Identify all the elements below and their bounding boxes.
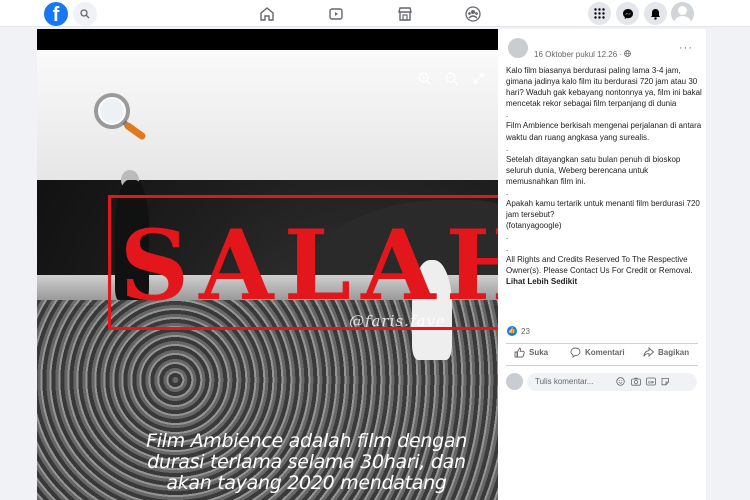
zoom-out-icon	[444, 71, 458, 85]
share-icon	[643, 347, 654, 358]
emoji-button[interactable]	[615, 376, 626, 387]
post-paragraph: Film Ambience berkisah mengenai perjalan…	[506, 121, 702, 142]
salah-stamp: SALAH	[108, 195, 558, 330]
like-reaction-icon: 👍	[507, 326, 517, 336]
comment-tools: GIF	[615, 376, 671, 387]
divider	[506, 365, 698, 366]
post-paragraph: .	[506, 143, 509, 153]
comment-icon	[570, 347, 581, 358]
messenger-button[interactable]	[616, 2, 639, 25]
watch-icon	[329, 8, 343, 20]
menu-button[interactable]	[588, 2, 611, 25]
commenter-avatar	[506, 373, 523, 390]
page-background-strip	[706, 29, 750, 500]
post-panel: 16 Oktober pukul 12.26 · ··· Kalo film b…	[498, 29, 706, 500]
post-actions: Suka Komentari Bagikan	[506, 347, 698, 367]
photo-caption: Film Ambience adalah film dengan durasi …	[146, 430, 467, 494]
comment-input[interactable]: Tulis komentar... GIF	[527, 373, 697, 391]
post-paragraph-text: All Rights and Credits Reserved To The R…	[506, 254, 693, 275]
fullscreen-button[interactable]	[470, 70, 486, 86]
groups-icon	[465, 6, 481, 22]
gif-button[interactable]: GIF	[645, 376, 656, 387]
post-paragraph: Setelah ditayangkan satu bulan penuh di …	[506, 154, 681, 186]
camera-icon	[630, 377, 641, 386]
search-button[interactable]	[73, 2, 97, 26]
search-icon	[80, 9, 90, 19]
facebook-logo[interactable]: f	[44, 2, 68, 26]
camera-button[interactable]	[630, 376, 641, 387]
post-paragraph: .	[506, 188, 509, 198]
post-paragraph: Apakah kamu tertarik untuk menanti film …	[506, 199, 700, 220]
like-label: Suka	[529, 348, 549, 357]
notifications-button[interactable]	[644, 2, 667, 25]
author-avatar[interactable]	[508, 38, 528, 58]
gif-icon: GIF	[645, 377, 656, 386]
top-bar: f	[0, 0, 750, 27]
nav-home[interactable]	[257, 4, 277, 24]
see-less-link[interactable]: Lihat Lebih Sedikit	[506, 277, 577, 286]
thumbs-up-icon	[514, 347, 525, 358]
post-paragraph: .	[506, 110, 509, 120]
post-paragraph: .	[506, 232, 509, 242]
emoji-icon	[616, 377, 625, 386]
magnifier-icon	[88, 91, 150, 141]
nav-groups[interactable]	[463, 4, 483, 24]
post-timestamp[interactable]: 16 Oktober pukul 12.26 ·	[534, 50, 632, 59]
globe-icon	[624, 50, 632, 57]
like-button[interactable]: Suka	[514, 347, 548, 358]
post-text: Kalo film biasanya berdurasi paling lama…	[506, 65, 702, 287]
more-options-button[interactable]: ···	[679, 42, 693, 54]
nav-marketplace[interactable]	[395, 4, 415, 24]
marketplace-icon	[398, 7, 412, 21]
account-avatar[interactable]	[671, 2, 694, 25]
divider	[506, 343, 698, 344]
sticker-icon	[661, 378, 669, 386]
menu-grid-icon	[594, 8, 605, 19]
comment-placeholder: Tulis komentar...	[535, 377, 594, 386]
messenger-icon	[622, 8, 633, 19]
nav-watch[interactable]	[326, 4, 346, 24]
bell-icon	[651, 8, 660, 20]
stamp-text: SALAH	[119, 209, 547, 322]
svg-text:GIF: GIF	[647, 380, 654, 384]
comment-button[interactable]: Komentari	[570, 347, 625, 358]
timestamp-text: 16 Oktober pukul 12.26 ·	[534, 50, 625, 59]
sticker-button[interactable]	[660, 376, 671, 387]
post-paragraph: .	[506, 243, 509, 253]
share-button[interactable]: Bagikan	[643, 347, 689, 358]
reaction-summary[interactable]: 👍 23	[507, 326, 530, 336]
expand-icon	[472, 72, 484, 84]
home-icon	[260, 7, 274, 21]
reaction-count: 23	[521, 326, 530, 336]
post-paragraph: Kalo film biasanya berdurasi paling lama…	[506, 66, 702, 109]
zoom-out-button[interactable]	[443, 70, 459, 86]
post-paragraph: All Rights and Credits Reserved To The R…	[506, 254, 702, 287]
zoom-in-button[interactable]	[416, 70, 432, 86]
zoom-in-icon	[417, 71, 431, 85]
comment-label: Komentari	[585, 348, 625, 357]
share-label: Bagikan	[658, 348, 690, 357]
post-paragraph: (fotanyagoogle)	[506, 221, 562, 231]
